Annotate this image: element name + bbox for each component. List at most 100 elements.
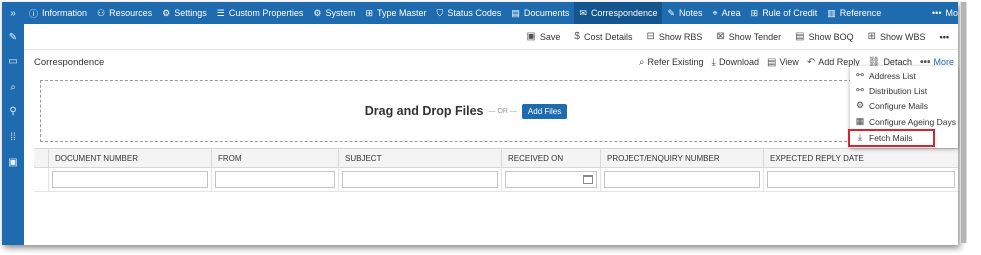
- panel-tool-label: Download: [718, 57, 759, 67]
- scrollbar-thumb[interactable]: [961, 2, 966, 243]
- filter-cell-select: [34, 168, 49, 191]
- column-header-expected-reply-date[interactable]: EXPECTED REPLY DATE: [764, 149, 958, 167]
- wbs-icon: ⊞: [867, 31, 877, 42]
- filter-cell: [601, 168, 764, 191]
- nav-item-documents[interactable]: ▤ Documents: [506, 2, 574, 24]
- column-header-project-enquiry-number[interactable]: PROJECT/ENQUIRY NUMBER: [601, 149, 764, 167]
- nav-item-notes[interactable]: ✎ Notes: [662, 2, 707, 24]
- nav-item-area[interactable]: ⌖ Area: [708, 2, 746, 24]
- nav-item-label: Documents: [523, 8, 570, 18]
- expected-reply-date-filter-input[interactable]: [767, 171, 955, 188]
- share-icon: ⚯: [856, 85, 864, 95]
- nav-item-resources[interactable]: ⚇ Resources: [92, 2, 157, 24]
- nav-item-custom-properties[interactable]: ☰ Custom Properties: [212, 2, 309, 24]
- list-icon: ☰: [216, 7, 225, 18]
- mail-icon: ✉: [579, 7, 587, 18]
- more-icon: •••: [932, 8, 942, 18]
- apps-icon[interactable]: ⁞⁞: [2, 128, 24, 146]
- grid-filter-row: [34, 168, 958, 192]
- nav-item-correspondence[interactable]: ✉ Correspondence: [574, 2, 663, 24]
- received-on-filter-input[interactable]: [505, 171, 597, 188]
- menu-item-configure-mails[interactable]: ⚙ Configure Mails: [850, 98, 958, 113]
- more-icon: •••: [939, 31, 949, 42]
- nav-item-label: Settings: [174, 8, 207, 18]
- share-icon: ⚯: [856, 70, 864, 80]
- nav-item-label: Custom Properties: [228, 8, 304, 18]
- show-wbs-button[interactable]: ⊞ Show WBS: [861, 31, 933, 42]
- nav-item-system[interactable]: ⚙ System: [308, 2, 360, 24]
- nav-item-reference[interactable]: ▥ Reference: [822, 2, 886, 24]
- expand-icon[interactable]: »: [2, 4, 24, 22]
- menu-item-configure-ageing-days[interactable]: ▦ Configure Ageing Days: [850, 114, 958, 129]
- add-files-button[interactable]: Add Files: [521, 103, 568, 119]
- dollar-icon: $: [574, 31, 580, 42]
- nav-item-information[interactable]: ⓘ Information: [24, 2, 92, 24]
- show-boq-button[interactable]: ▤ Show BOQ: [788, 31, 860, 42]
- toolbar-more-button[interactable]: •••: [933, 32, 956, 42]
- menu-item-label: Configure Ageing Days: [869, 116, 956, 127]
- toolbar-button-label: Show Tender: [728, 31, 782, 42]
- document-number-filter-input[interactable]: [52, 171, 208, 188]
- refer-existing-button[interactable]: ⌕ Refer Existing: [635, 57, 708, 68]
- wrench-icon[interactable]: ⚲: [2, 102, 24, 120]
- download-button[interactable]: ⤓ Download: [708, 57, 763, 68]
- main-toolbar: ▣ Save $ Cost Details ⊟ Show RBS ⊠ Show Tend…: [24, 24, 958, 50]
- dropzone-or: — OR —: [488, 107, 517, 115]
- menu-item-distribution-list[interactable]: ⚯ Distribution List: [850, 83, 958, 98]
- reply-icon: ↶: [806, 56, 816, 68]
- fetch-mails-highlight-box: [848, 129, 935, 147]
- vertical-scrollbar[interactable]: [960, 2, 967, 243]
- resources-icon: ⚇: [97, 7, 106, 18]
- calendar-icon[interactable]: [583, 175, 593, 184]
- download-icon: ⤓: [711, 56, 716, 68]
- from-filter-input[interactable]: [215, 171, 335, 188]
- column-header-received-on[interactable]: RECEIVED ON: [502, 149, 601, 167]
- info-icon: ⓘ: [29, 8, 39, 19]
- nav-item-label: Status Codes: [447, 8, 502, 18]
- tender-icon: ⊠: [716, 31, 725, 42]
- nav-item-label: Notes: [679, 8, 703, 18]
- menu-item-label: Configure Mails: [869, 100, 929, 111]
- panel-tool-label: Refer Existing: [647, 57, 704, 67]
- toolbar-button-label: Save: [539, 31, 561, 42]
- menu-item-address-list[interactable]: ⚯ Address List: [850, 68, 958, 83]
- show-tender-button[interactable]: ⊠ Show Tender: [709, 31, 788, 42]
- nav-more-button[interactable]: ••• Mo: [928, 2, 958, 24]
- app-window: » ✎ ▭ ⌕ ⚲ ⁞⁞ ▣ ⓘ Information ⚇ Resources ⚙…: [2, 2, 958, 245]
- search-icon: ⌕: [638, 56, 645, 68]
- column-header-select[interactable]: [34, 149, 49, 167]
- nav-item-label: System: [325, 8, 356, 18]
- column-header-subject[interactable]: SUBJECT: [339, 149, 502, 167]
- nav-item-type-master[interactable]: ⊞ Type Master: [360, 2, 431, 24]
- view-button[interactable]: ▤ View: [763, 57, 803, 68]
- toolbar-button-label: Cost Details: [583, 31, 633, 42]
- system-icon: ⚙: [313, 7, 322, 18]
- search-icon[interactable]: ⌕: [2, 78, 24, 96]
- nav-item-settings[interactable]: ⚙ Settings: [157, 2, 212, 24]
- save-button[interactable]: ▣ Save: [519, 31, 567, 42]
- reference-icon: ▥: [827, 7, 836, 18]
- project-enquiry-filter-input[interactable]: [604, 171, 760, 188]
- type-icon: ⊞: [365, 7, 374, 18]
- grid-icon: ⊞: [750, 7, 759, 18]
- page-title: Correspondence: [34, 56, 105, 68]
- toolbar-button-label: Show RBS: [658, 31, 703, 42]
- toolbar-button-label: Show BOQ: [808, 31, 854, 42]
- image-icon[interactable]: ▣: [2, 153, 24, 171]
- notes-icon: ✎: [667, 7, 676, 18]
- correspondence-grid: DOCUMENT NUMBER FROM SUBJECT RECEIVED ON…: [34, 148, 958, 192]
- file-dropzone[interactable]: Drag and Drop Files — OR — Add Files: [40, 80, 892, 142]
- nav-item-status-codes[interactable]: ⛉ Status Codes: [432, 2, 507, 24]
- grid-header-row: DOCUMENT NUMBER FROM SUBJECT RECEIVED ON…: [34, 148, 958, 168]
- column-header-from[interactable]: FROM: [212, 149, 339, 167]
- filter-cell: [212, 168, 339, 191]
- subject-filter-input[interactable]: [342, 171, 498, 188]
- column-header-document-number[interactable]: DOCUMENT NUMBER: [49, 149, 212, 167]
- nav-item-label: Rule of Credit: [762, 8, 818, 18]
- nav-item-label: Type Master: [377, 8, 427, 18]
- cost-details-button[interactable]: $ Cost Details: [567, 31, 639, 42]
- pencil-icon[interactable]: ✎: [2, 28, 24, 46]
- nav-item-rule-of-credit[interactable]: ⊞ Rule of Credit: [746, 2, 823, 24]
- show-rbs-button[interactable]: ⊟ Show RBS: [639, 31, 709, 42]
- folder-icon[interactable]: ▭: [2, 52, 24, 70]
